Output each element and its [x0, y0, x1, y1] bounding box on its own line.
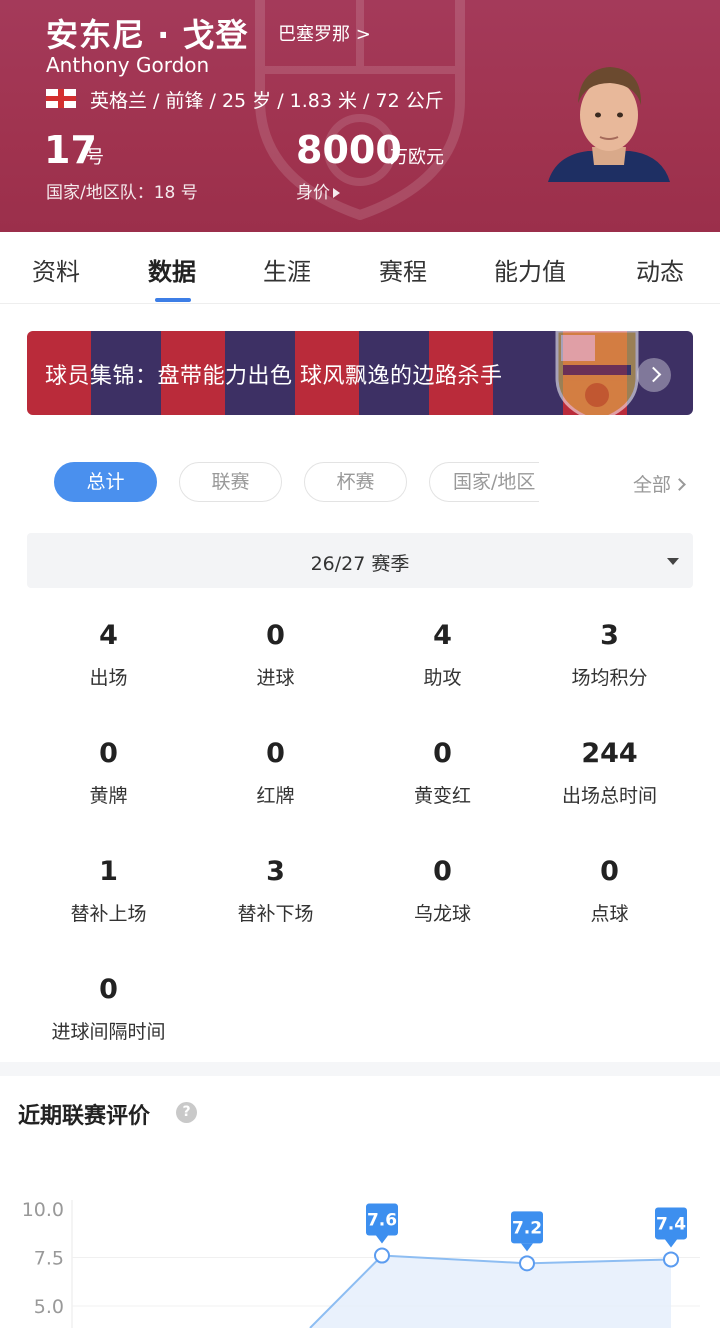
- stat-value: 0: [266, 738, 285, 769]
- stat-goals: 0 进球: [192, 620, 359, 690]
- rating-label-pointer: [665, 1239, 677, 1248]
- caret-right-icon: [333, 188, 340, 198]
- stat-value: 3: [600, 620, 619, 651]
- rating-point: [374, 1247, 390, 1264]
- y-tick-label: 7.5: [34, 1248, 64, 1270]
- stat-label: 替补上场: [70, 903, 147, 925]
- rating-label-pointer: [521, 1243, 533, 1252]
- stat-label: 进球间隔时间: [51, 1021, 166, 1043]
- stat-value: 3: [266, 856, 285, 887]
- stat-value: 0: [433, 856, 452, 887]
- stat-label: 出场: [89, 667, 128, 689]
- season-label: 26/27 赛季: [310, 553, 410, 575]
- stat-label: 助攻: [423, 667, 462, 689]
- highlights-banner[interactable]: 球员集锦：盘带能力出色 球风飘逸的边路杀手: [27, 331, 693, 415]
- rating-label: 7.2: [512, 1218, 542, 1238]
- stat-value: 0: [600, 856, 619, 887]
- dropdown-caret-icon: [667, 558, 679, 565]
- tab-bar: 资料 数据 生涯 赛程 能力值 动态: [0, 232, 720, 304]
- stat-label: 点球: [590, 903, 629, 925]
- stat-points-per-game: 3 场均积分: [526, 620, 693, 690]
- stat-value: 0: [99, 738, 118, 769]
- tab-schedule[interactable]: 赛程: [379, 252, 427, 287]
- market-value-label: 身价: [296, 183, 330, 203]
- rating-label: 7.6: [367, 1211, 397, 1231]
- stat-appearances: 4 出场: [25, 620, 192, 690]
- national-team-number: 国家/地区队：18 号: [46, 183, 198, 203]
- stat-value: 0: [266, 620, 285, 651]
- stat-value: 244: [581, 738, 638, 769]
- help-icon[interactable]: ?: [176, 1102, 197, 1123]
- y-tick-label: 5.0: [34, 1296, 64, 1318]
- rating-point: [519, 1255, 535, 1272]
- stat-label: 乌龙球: [413, 903, 471, 925]
- chevron-right-icon: [673, 478, 686, 491]
- rating-area: [310, 1255, 671, 1328]
- filter-total[interactable]: 总计: [54, 462, 157, 502]
- stat-value: 0: [433, 738, 452, 769]
- banner-title: 球员集锦：盘带能力出色 球风飘逸的边路杀手: [45, 364, 503, 389]
- stat-second-yellow: 0 黄变红: [359, 738, 526, 808]
- player-info: 英格兰 / 前锋 / 25 岁 / 1.83 米 / 72 公斤: [90, 90, 444, 112]
- stat-penalties: 0 点球: [526, 856, 693, 926]
- stat-label: 出场总时间: [561, 785, 657, 807]
- player-name-cn: 安东尼 · 戈登: [46, 16, 249, 54]
- stat-label: 场均积分: [571, 667, 648, 689]
- tab-profile[interactable]: 资料: [32, 252, 80, 287]
- rating-point: [663, 1251, 679, 1268]
- stat-yellow-cards: 0 黄牌: [25, 738, 192, 808]
- stat-sub-on: 1 替补上场: [25, 856, 192, 926]
- shirt-number-unit: 号: [86, 147, 104, 168]
- stat-sub-off: 3 替补下场: [192, 856, 359, 926]
- player-photo: [548, 67, 670, 182]
- stat-red-cards: 0 红牌: [192, 738, 359, 808]
- filter-national[interactable]: 国家/地区: [429, 462, 539, 502]
- stat-value: 1: [99, 856, 118, 887]
- market-value-link[interactable]: 身价: [296, 178, 340, 203]
- chevron-right-icon[interactable]: [637, 358, 671, 392]
- rating-chart: 10.0 7.5 5.0 7.6 7.2 7.4: [22, 1199, 700, 1328]
- active-tab-indicator: [155, 298, 191, 302]
- stat-value: 0: [99, 974, 118, 1005]
- stat-label: 黄牌: [89, 785, 128, 807]
- tab-news[interactable]: 动态: [636, 252, 684, 287]
- rating-label: 7.4: [656, 1214, 686, 1234]
- market-value: 8000: [296, 128, 402, 172]
- stat-label: 红牌: [256, 785, 295, 807]
- tab-career[interactable]: 生涯: [263, 252, 311, 287]
- filter-cup[interactable]: 杯赛: [304, 462, 407, 502]
- filter-all-link[interactable]: 全部: [633, 470, 686, 497]
- player-header: 安东尼 · 戈登 巴塞罗那 > Anthony Gordon 英格兰 / 前锋 …: [0, 0, 720, 232]
- season-select[interactable]: 26/27 赛季: [27, 533, 693, 588]
- england-flag-icon: [46, 89, 76, 108]
- stat-label: 黄变红: [413, 785, 471, 807]
- market-value-unit: 万欧元: [390, 147, 444, 168]
- stat-assists: 4 助攻: [359, 620, 526, 690]
- stat-label: 替补下场: [237, 903, 314, 925]
- stat-goal-interval: 0 进球间隔时间: [25, 974, 192, 1044]
- filter-league[interactable]: 联赛: [179, 462, 282, 502]
- stat-label: 进球: [256, 667, 295, 689]
- player-name-en: Anthony Gordon: [46, 53, 210, 77]
- club-link[interactable]: 巴塞罗那 >: [278, 20, 371, 46]
- stat-minutes-played: 244 出场总时间: [526, 738, 693, 808]
- stat-value: 4: [99, 620, 118, 651]
- tab-ability[interactable]: 能力值: [494, 252, 566, 287]
- section-divider: [0, 1062, 720, 1076]
- club-crest-icon: [555, 331, 639, 415]
- rating-section-title: 近期联赛评价: [18, 1104, 151, 1129]
- tab-stats[interactable]: 数据: [148, 252, 196, 287]
- y-tick-label: 10.0: [22, 1199, 64, 1221]
- filter-all-label: 全部: [633, 474, 672, 496]
- stat-own-goals: 0 乌龙球: [359, 856, 526, 926]
- stat-value: 4: [433, 620, 452, 651]
- rating-label-pointer: [376, 1235, 388, 1244]
